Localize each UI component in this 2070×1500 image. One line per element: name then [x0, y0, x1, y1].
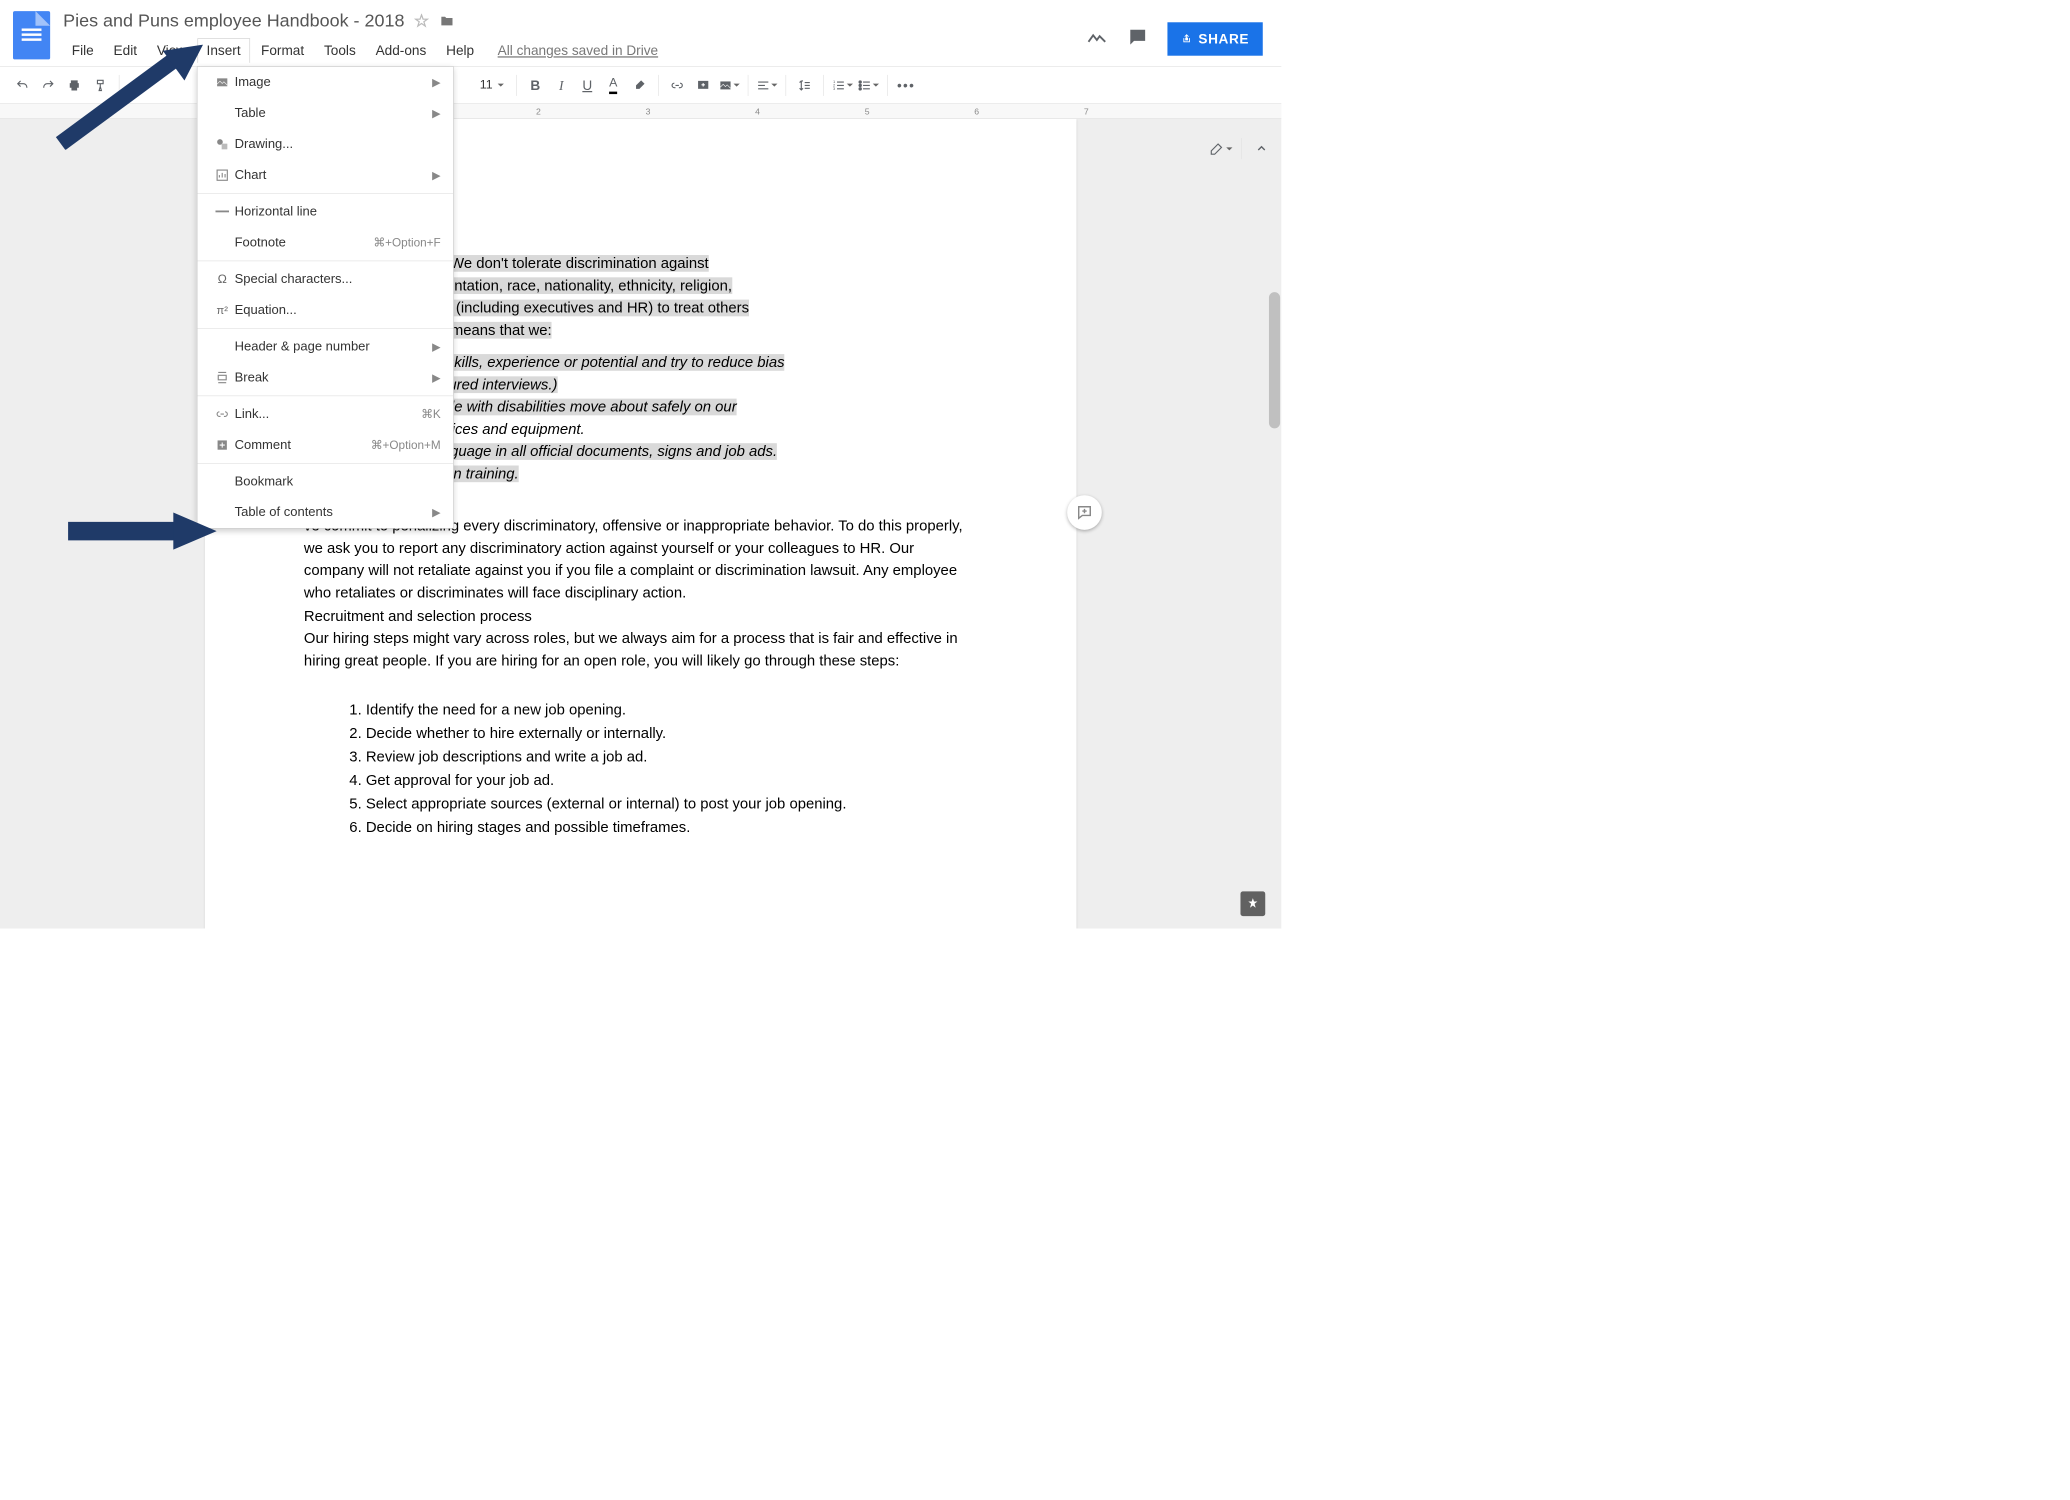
annotation-arrow-bookmark: [62, 509, 217, 552]
document-title[interactable]: Pies and Puns employee Handbook - 2018: [63, 11, 404, 31]
collapse-toolbar-button[interactable]: [1249, 136, 1274, 161]
chart-icon: [210, 168, 235, 182]
list-item: Decide whether to hire externally or int…: [366, 722, 978, 746]
list-item: Identify the need for a new job opening.: [366, 698, 978, 722]
dd-table[interactable]: Table▶: [197, 98, 453, 129]
ruler-mark: 7: [1084, 106, 1089, 116]
dd-break[interactable]: Break▶: [197, 362, 453, 393]
comments-icon[interactable]: [1127, 26, 1149, 51]
dd-equation[interactable]: π²Equation...: [197, 295, 453, 326]
dd-footnote[interactable]: Footnote⌘+Option+F: [197, 227, 453, 258]
list-item: Decide on hiring stages and possible tim…: [366, 816, 978, 840]
vertical-scrollbar[interactable]: [1266, 119, 1281, 929]
dd-hline[interactable]: Horizontal line: [197, 196, 453, 227]
highlight-button[interactable]: [627, 73, 652, 98]
insert-link-button[interactable]: [665, 73, 690, 98]
subheading: Recruitment and selection process: [304, 605, 977, 627]
dd-comment[interactable]: Comment⌘+Option+M: [197, 430, 453, 461]
ruler-mark: 3: [646, 106, 651, 116]
ruler-mark: 6: [974, 106, 979, 116]
dd-drawing[interactable]: Drawing...: [197, 129, 453, 160]
list-item: Select appropriate sources (external or …: [366, 792, 978, 816]
insert-dropdown: Image▶ Table▶ Drawing... Chart▶ Horizont…: [197, 66, 454, 528]
italic-button[interactable]: I: [549, 73, 574, 98]
ruler-mark: 5: [865, 106, 870, 116]
align-button[interactable]: [754, 73, 779, 98]
explore-button[interactable]: [1240, 891, 1265, 916]
menu-bar: File Edit View Insert Format Tools Add-o…: [63, 38, 1086, 63]
text-color-button[interactable]: A: [601, 73, 626, 98]
save-status[interactable]: All changes saved in Drive: [498, 43, 658, 59]
more-button[interactable]: •••: [894, 73, 919, 98]
menu-insert[interactable]: Insert: [197, 38, 250, 63]
star-icon[interactable]: [414, 14, 429, 29]
ruler-mark: 2: [536, 106, 541, 116]
dd-toc[interactable]: Table of contents▶: [197, 497, 453, 528]
dd-bookmark[interactable]: Bookmark: [197, 466, 453, 497]
add-comment-floating-button[interactable]: [1067, 495, 1102, 530]
text: Our hiring steps might vary across roles…: [304, 630, 958, 669]
line-spacing-button[interactable]: [792, 73, 817, 98]
ruler-mark: 4: [755, 106, 760, 116]
share-button[interactable]: SHARE: [1167, 22, 1262, 55]
comment-plus-icon: [210, 439, 235, 451]
menu-tools[interactable]: Tools: [315, 39, 364, 63]
dd-image[interactable]: Image▶: [197, 67, 453, 98]
image-icon: [210, 76, 235, 90]
drawing-icon: [210, 137, 235, 151]
bulleted-list-button[interactable]: [856, 73, 881, 98]
insert-image-button[interactable]: [717, 73, 742, 98]
font-size-select[interactable]: 11: [474, 73, 510, 98]
break-icon: [210, 371, 235, 385]
menu-format[interactable]: Format: [252, 39, 312, 63]
explore-icon[interactable]: [1086, 26, 1108, 51]
list-item: Review job descriptions and write a job …: [366, 745, 978, 769]
numbered-list-button[interactable]: 123: [830, 73, 855, 98]
add-comment-button[interactable]: [691, 73, 716, 98]
menu-addons[interactable]: Add-ons: [367, 39, 435, 63]
undo-button[interactable]: [10, 73, 35, 98]
omega-icon: Ω: [210, 272, 235, 286]
menu-help[interactable]: Help: [437, 39, 482, 63]
dd-header[interactable]: Header & page number▶: [197, 331, 453, 362]
svg-text:3: 3: [833, 86, 836, 91]
bold-button[interactable]: B: [523, 73, 548, 98]
annotation-arrow-insert: [54, 45, 203, 150]
pi-icon: π²: [210, 304, 235, 317]
list-item: Get approval for your job ad.: [366, 769, 978, 793]
dd-link[interactable]: Link...⌘K: [197, 399, 453, 430]
editing-mode-button[interactable]: [1209, 136, 1234, 161]
dd-chart[interactable]: Chart▶: [197, 160, 453, 191]
underline-button[interactable]: U: [575, 73, 600, 98]
link-icon: [210, 407, 235, 421]
move-folder-icon[interactable]: [439, 14, 455, 29]
dd-special[interactable]: ΩSpecial characters...: [197, 264, 453, 295]
hline-icon: [210, 210, 235, 212]
numbered-list: Identify the need for a new job opening.…: [304, 698, 977, 839]
